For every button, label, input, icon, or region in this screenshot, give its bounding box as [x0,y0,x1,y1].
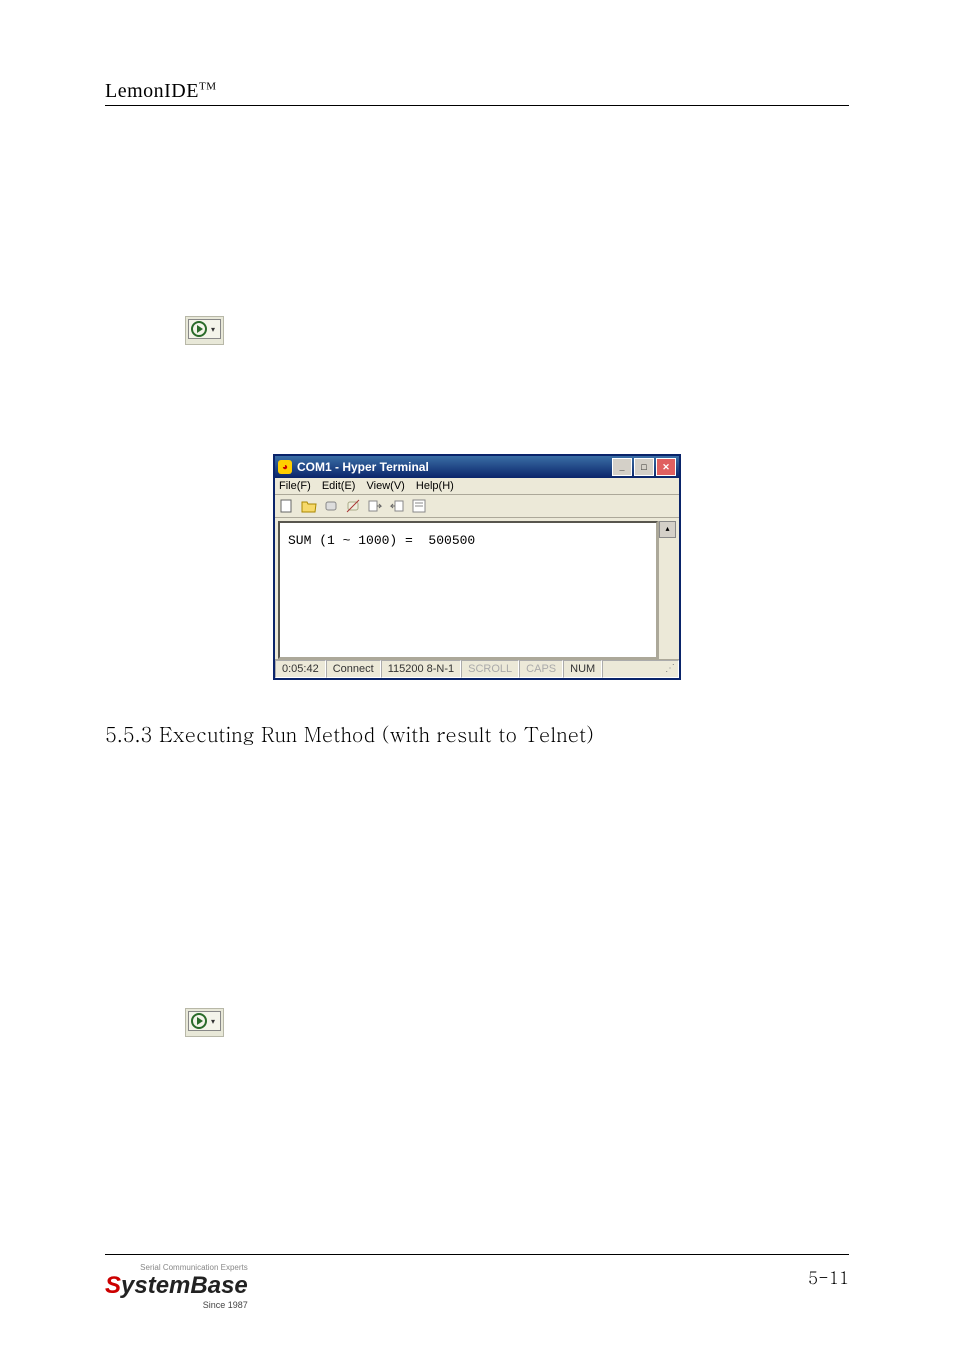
app-icon: ◕ [278,460,292,474]
company-logo: Serial Communication Experts SystemBase … [105,1265,248,1310]
play-icon [191,321,207,337]
header-title: LemonIDETM [105,80,216,102]
hyperterminal-window: ◕ COM1 - Hyper Terminal _ □ ✕ File(F) Ed… [274,455,680,679]
page-footer: Serial Communication Experts SystemBase … [105,1254,849,1310]
phone-disconnect-icon[interactable] [345,498,361,514]
page-number: 5-11 [808,1265,849,1289]
run-button[interactable]: ▾ [185,316,224,345]
logo-since: Since 1987 [105,1300,248,1310]
toolbar [275,495,679,518]
logo-tagline: Serial Communication Experts [105,1263,248,1272]
status-scroll: SCROLL [461,660,519,678]
send-icon[interactable] [367,498,383,514]
scrollbar[interactable]: ▴ [658,521,676,659]
properties-icon[interactable] [411,498,427,514]
menu-edit[interactable]: Edit(E) [322,480,356,492]
run-button[interactable]: ▾ [185,1008,224,1037]
menu-view[interactable]: View(V) [367,480,405,492]
phone-connect-icon[interactable] [323,498,339,514]
logo-rest: ystemBase [121,1272,248,1299]
status-time: 0:05:42 [275,660,326,678]
menu-file[interactable]: File(F) [279,480,311,492]
close-button[interactable]: ✕ [656,458,676,476]
window-title-text: COM1 - Hyper Terminal [297,460,612,474]
scroll-up-button[interactable]: ▴ [659,521,676,538]
header-title-main: LemonIDE [105,80,199,102]
maximize-button[interactable]: □ [634,458,654,476]
logo-initial: S [105,1272,121,1299]
run-dropdown-arrow[interactable]: ▾ [208,325,218,334]
receive-icon[interactable] [389,498,405,514]
header-title-sup: TM [199,80,217,92]
new-file-icon[interactable] [279,498,295,514]
window-titlebar: ◕ COM1 - Hyper Terminal _ □ ✕ [275,456,679,478]
section-heading: 5.5.3 Executing Run Method (with result … [105,719,849,748]
page-header: LemonIDETM [105,80,849,106]
minimize-button[interactable]: _ [612,458,632,476]
open-folder-icon[interactable] [301,498,317,514]
terminal-output: SUM (1 ~ 1000) = 500500 [278,521,658,659]
play-icon [191,1013,207,1029]
status-caps: CAPS [519,660,563,678]
status-bar: 0:05:42 Connect 115200 8-N-1 SCROLL CAPS… [275,659,679,678]
menu-help[interactable]: Help(H) [416,480,454,492]
resize-grip[interactable]: ⋰ [602,660,679,678]
run-dropdown-arrow[interactable]: ▾ [208,1017,218,1026]
menu-bar: File(F) Edit(E) View(V) Help(H) [275,478,679,495]
status-num: NUM [563,660,602,678]
status-setting: 115200 8-N-1 [381,660,461,678]
status-connection: Connect [326,660,381,678]
